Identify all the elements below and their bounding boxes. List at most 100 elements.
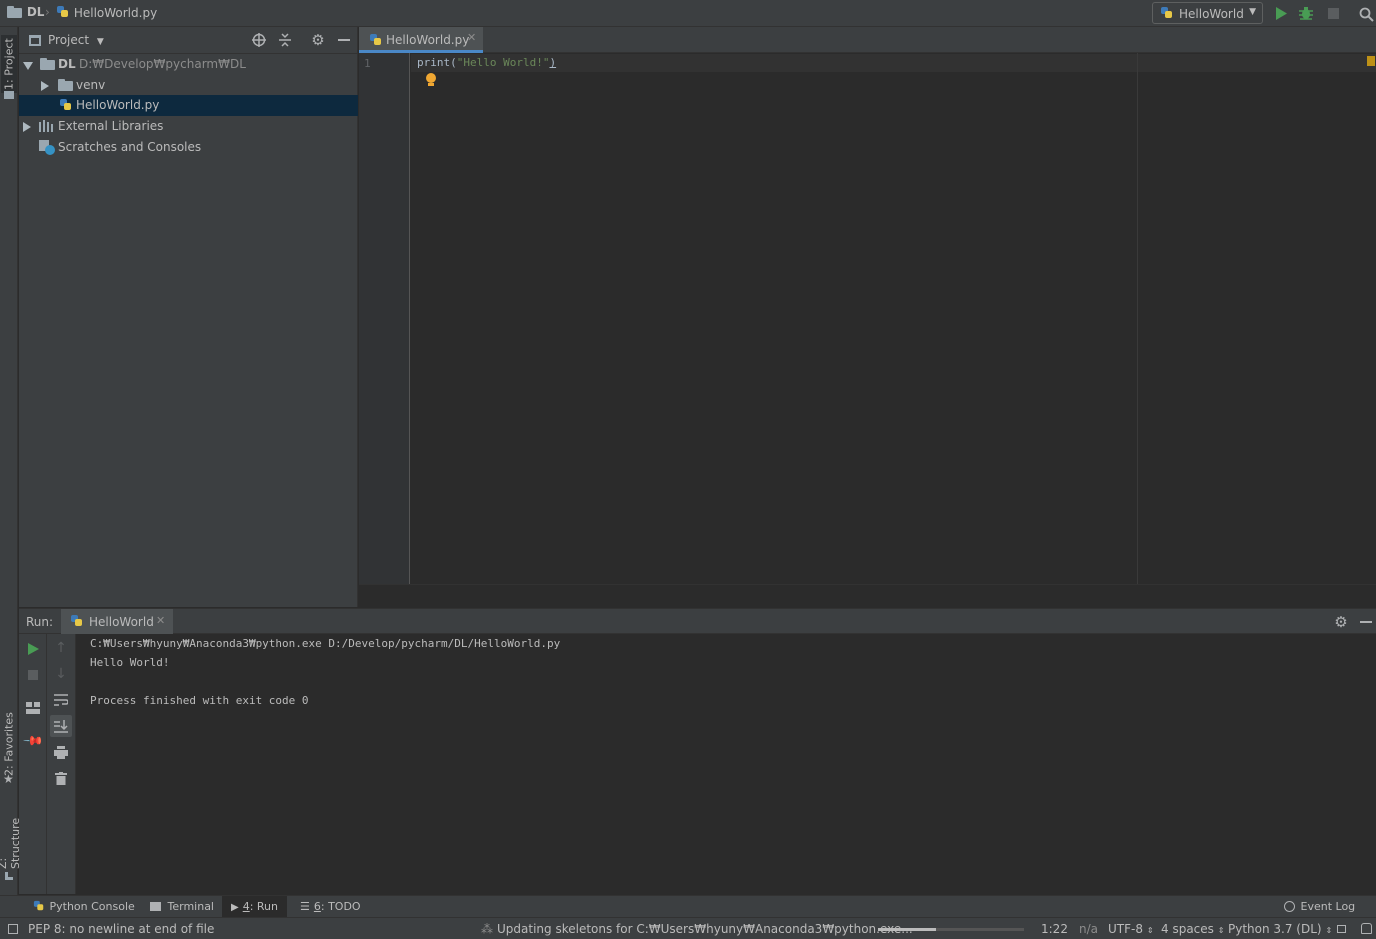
breadcrumb-project-label: DL: [26, 5, 45, 19]
status-bar: PEP 8: no newline at end of file ⁂ Updat…: [0, 917, 1376, 939]
python-icon: [70, 614, 84, 628]
run-configuration-select[interactable]: HelloWorld ▼: [1152, 2, 1263, 24]
play-icon: ▶: [231, 902, 239, 913]
code-editor[interactable]: [411, 53, 1376, 584]
python-file-icon: [56, 5, 70, 19]
tab-run-mnemonic: 4: [242, 900, 250, 913]
tab-terminal-label: Terminal: [167, 900, 215, 913]
editor-gutter: 1: [359, 53, 410, 584]
run-tab-label: HelloWorld: [89, 615, 154, 629]
editor-breadcrumb-bar: [359, 584, 1376, 607]
collapse-arrow-icon: [23, 122, 31, 132]
debug-button[interactable]: [1298, 5, 1314, 21]
locate-file-button[interactable]: [251, 32, 267, 48]
tree-item-venv[interactable]: venv: [19, 75, 358, 96]
chevron-down-icon: ▼: [96, 37, 104, 47]
scroll-to-end-button[interactable]: [50, 715, 72, 737]
tree-item-label: DL: [58, 57, 76, 71]
tree-item-dl[interactable]: DL D:₩Develop₩pycharm₩DL: [19, 54, 358, 75]
python-file-icon: [59, 98, 73, 112]
indent-setting[interactable]: 4 spaces ⇕: [1161, 918, 1224, 939]
printer-icon: [54, 745, 68, 759]
tab-terminal[interactable]: Terminal: [144, 896, 220, 918]
lock-icon[interactable]: [1337, 925, 1346, 933]
stop-icon: [28, 670, 38, 680]
tab-event-log[interactable]: Event Log: [1278, 896, 1361, 918]
collapse-all-button[interactable]: [277, 32, 293, 48]
terminal-icon: [150, 902, 161, 911]
close-icon[interactable]: ✕: [156, 614, 165, 627]
chevron-down-icon: ▼: [1249, 7, 1256, 17]
console-line: C:₩Users₩hyuny₩Anaconda3₩python.exe D:/D…: [90, 637, 561, 650]
tree-item-scratches[interactable]: Scratches and Consoles: [19, 137, 358, 158]
arrow-down-icon[interactable]: ↓: [53, 666, 69, 682]
updown-icon: ⇕: [1217, 926, 1225, 935]
tree-item-helloworld[interactable]: HelloWorld.py: [19, 95, 358, 116]
bug-icon: [1299, 7, 1313, 20]
soft-wrap-button[interactable]: [53, 692, 69, 708]
lightbulb-icon[interactable]: [425, 73, 437, 87]
progress-bar: [878, 928, 1024, 931]
background-task-label[interactable]: Updating skeletons for C:₩Users₩hyuny₩An…: [497, 918, 913, 939]
tool-window-bar: Python Console Terminal ▶ 4: Run ☰ 6: TODO…: [0, 895, 1376, 918]
toggle-tool-windows-icon[interactable]: [8, 924, 18, 934]
list-icon: ☰: [300, 900, 310, 913]
tab-todo-mnemonic: 6: [313, 900, 321, 913]
file-encoding[interactable]: UTF-8 ⇕: [1108, 918, 1154, 939]
line-separator-status[interactable]: n/a: [1079, 918, 1098, 939]
hide-run-panel-button[interactable]: [1358, 613, 1374, 631]
project-panel-title: Project: [48, 33, 90, 47]
hide-panel-button[interactable]: [336, 32, 352, 48]
caret-position[interactable]: 1:22: [1041, 918, 1068, 939]
expand-arrow-icon: [23, 62, 33, 70]
project-folder-icon: [4, 91, 14, 99]
search-everywhere-button[interactable]: [1357, 5, 1375, 23]
folder-icon: [58, 79, 74, 91]
run-panel-label: Run:: [26, 615, 54, 629]
collapse-all-icon: [279, 33, 291, 47]
inspection-marker-icon[interactable]: [1367, 56, 1375, 66]
structure-icon: [5, 872, 13, 880]
stop-button[interactable]: [1325, 5, 1341, 21]
folder-icon: [40, 58, 56, 70]
breadcrumb-separator-icon: ›: [45, 5, 50, 19]
tree-item-label: venv: [76, 78, 106, 92]
tab-project[interactable]: 1: Project: [1, 35, 17, 93]
code-line[interactable]: print("Hello World!"): [417, 56, 556, 69]
editor-tab-bar: HelloWorld.py ✕: [359, 27, 1376, 53]
pin-icon[interactable]: 📌: [22, 730, 45, 753]
stop-run-button[interactable]: [25, 667, 41, 683]
indent-label: 4 spaces: [1161, 922, 1214, 936]
inspector-icon[interactable]: [1361, 923, 1372, 934]
minimize-icon: [338, 39, 350, 41]
tab-favorites[interactable]: 2: Favorites: [1, 709, 17, 779]
tab-structure[interactable]: Z: Structure: [0, 805, 22, 869]
project-view-selector[interactable]: Project ▼: [48, 33, 104, 47]
arrow-up-icon[interactable]: ↑: [53, 640, 69, 656]
run-settings-gear-icon[interactable]: ⚙: [1332, 613, 1350, 631]
run-console-output[interactable]: C:₩Users₩hyuny₩Anaconda3₩python.exe D:/D…: [77, 634, 1376, 894]
settings-gear-icon[interactable]: ⚙: [310, 31, 326, 49]
print-button[interactable]: [53, 744, 69, 760]
breadcrumb-file-label: HelloWorld.py: [73, 6, 158, 20]
status-message[interactable]: PEP 8: no newline at end of file: [28, 918, 214, 939]
breadcrumb-file[interactable]: HelloWorld.py: [56, 5, 157, 20]
scroll-to-end-icon: [54, 719, 68, 733]
tab-todo[interactable]: ☰ 6: TODO: [294, 896, 367, 918]
tree-item-external-libraries[interactable]: External Libraries: [19, 116, 358, 137]
close-icon[interactable]: ✕: [467, 31, 476, 44]
event-log-icon: [1284, 901, 1295, 912]
run-button[interactable]: [1273, 5, 1289, 21]
restore-layout-button[interactable]: [25, 700, 41, 716]
tab-python-console[interactable]: Python Console: [26, 896, 141, 918]
project-panel-header: Project ▼ ⚙: [19, 27, 358, 54]
interpreter-setting[interactable]: Python 3.7 (DL) ⇕: [1228, 918, 1332, 939]
code-string: "Hello World!": [456, 56, 550, 69]
breadcrumb-project[interactable]: DL: [7, 5, 44, 19]
editor-tab-helloworld[interactable]: HelloWorld.py ✕: [359, 27, 483, 53]
rerun-button[interactable]: [25, 641, 41, 657]
run-tab-helloworld[interactable]: HelloWorld ✕: [61, 609, 173, 634]
tab-event-log-label: Event Log: [1300, 900, 1356, 913]
clear-all-button[interactable]: [53, 770, 69, 786]
tab-run[interactable]: ▶ 4: Run: [222, 896, 287, 918]
